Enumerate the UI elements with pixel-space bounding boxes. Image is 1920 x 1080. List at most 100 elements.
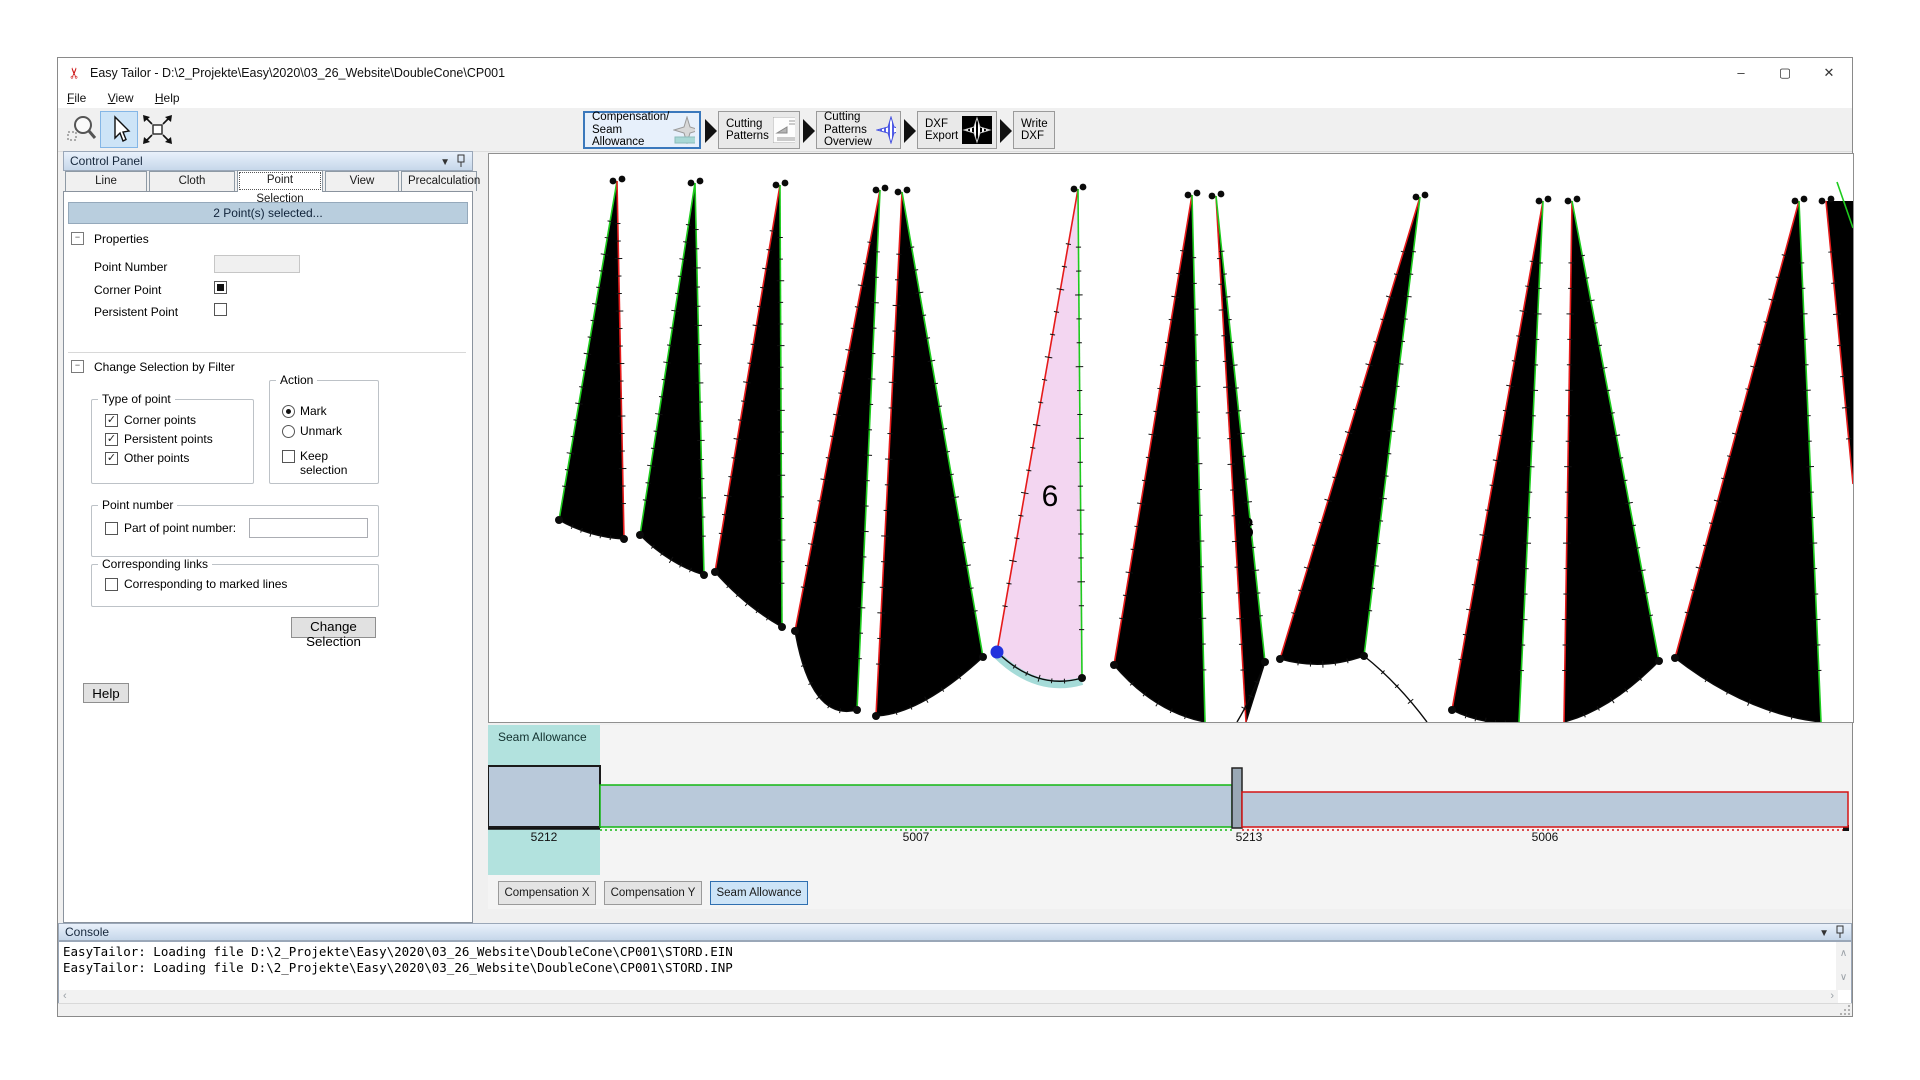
part-of-point-number-checkbox[interactable]	[105, 522, 118, 535]
app-scissors-icon: ✂	[65, 67, 83, 80]
filter-collapse-icon[interactable]: −	[71, 360, 84, 373]
keep-selection-checkbox[interactable]	[282, 450, 295, 463]
step-label: Cutting Patterns Overview	[824, 111, 872, 149]
control-panel-body: 2 Point(s) selected... − Properties Poin…	[63, 191, 473, 923]
workflow-arrow-icon	[904, 119, 916, 143]
seam-panel-title: Seam Allowance	[498, 730, 587, 744]
piece-number: 12	[1741, 543, 1774, 576]
seam-bar-label: 5007	[903, 830, 930, 844]
overview-icon	[876, 116, 896, 144]
maximize-button[interactable]: ▢	[1763, 58, 1807, 88]
menu-help[interactable]: Help	[146, 89, 189, 107]
point-number-label: Point Number	[94, 260, 167, 274]
properties-header: Properties	[94, 232, 149, 246]
workflow-arrow-icon	[705, 119, 717, 143]
menu-file[interactable]: File	[58, 89, 95, 107]
step-cutting-patterns-overview[interactable]: Cutting Patterns Overview	[816, 111, 901, 149]
console-collapse-icon[interactable]: ▼	[1819, 928, 1835, 939]
other-points-label: Other points	[124, 451, 189, 465]
keep-selection-label: Keep selection	[300, 449, 378, 477]
type-of-point-group: Type of point ✓ Corner points ✓ Persiste…	[91, 399, 254, 484]
corner-points-checkbox[interactable]: ✓	[105, 414, 118, 427]
piece-number: 5	[914, 480, 931, 513]
minimize-button[interactable]: –	[1719, 58, 1763, 88]
properties-collapse-icon[interactable]: −	[71, 232, 84, 245]
magnifier-icon	[63, 112, 99, 147]
persistent-point-checkbox[interactable]	[214, 303, 227, 316]
console-title: Console	[65, 925, 109, 939]
status-bar	[58, 1003, 1852, 1016]
corner-point-checkbox[interactable]	[214, 281, 227, 294]
resize-grip-icon[interactable]	[1840, 1005, 1851, 1016]
console-header[interactable]: Console ▼	[58, 923, 1852, 941]
piece-number: 2	[670, 408, 687, 441]
action-label: Action	[276, 373, 317, 387]
piece-number: 6	[1042, 480, 1059, 513]
fit-region-icon	[139, 112, 175, 147]
help-button[interactable]: Help	[83, 683, 129, 703]
dxf-export-icon	[962, 116, 992, 144]
seam-bar	[600, 785, 1232, 827]
console-pin-icon[interactable]	[1835, 925, 1845, 938]
corresponding-checkbox[interactable]	[105, 578, 118, 591]
tab-cloth-selection[interactable]: Cloth Selection	[149, 171, 235, 191]
step-cutting-patterns[interactable]: Cutting Patterns	[718, 111, 800, 149]
step-compensation-seam-allowance[interactable]: Compensation/ Seam Allowance	[583, 111, 701, 149]
pattern-canvas[interactable]: 123456789101112	[488, 153, 1854, 723]
zoom-region-tool-button[interactable]	[138, 111, 176, 148]
point-number-group-label: Point number	[98, 498, 177, 512]
action-group: Action Mark Unmark Keep selection	[269, 380, 379, 484]
corner-points-label: Corner points	[124, 413, 196, 427]
tab-line-selection[interactable]: Line Selection	[65, 171, 147, 191]
tab-view-options[interactable]: View Options	[325, 171, 399, 191]
control-panel-title: Control Panel	[70, 154, 143, 168]
tab-seam-allowance[interactable]: Seam Allowance	[710, 881, 808, 905]
console-line: EasyTailor: Loading file D:\2_Projekte\E…	[63, 960, 733, 976]
corresponding-label: Corresponding to marked lines	[124, 577, 287, 591]
part-of-point-number-field[interactable]	[249, 518, 368, 538]
workflow-arrow-icon	[803, 119, 815, 143]
tab-compensation-y[interactable]: Compensation Y	[604, 881, 702, 905]
filter-header: Change Selection by Filter	[94, 360, 235, 374]
close-button[interactable]: ✕	[1807, 58, 1851, 88]
select-tool-button[interactable]	[100, 111, 138, 148]
other-points-checkbox[interactable]: ✓	[105, 452, 118, 465]
piece-number: 11	[1595, 533, 1626, 566]
step-write-dxf[interactable]: Write DXF	[1013, 111, 1055, 149]
piece-number: 9	[1353, 518, 1370, 551]
type-of-point-label: Type of point	[98, 392, 175, 406]
seam-bar	[1242, 792, 1848, 827]
seam-bar-label: 5212	[531, 830, 558, 844]
unmark-radio[interactable]	[282, 425, 295, 438]
workflow-arrow-icon	[1000, 119, 1012, 143]
panel-pin-icon[interactable]	[456, 154, 466, 167]
seam-bar-label: 5213	[1236, 830, 1263, 844]
mark-radio[interactable]	[282, 405, 295, 418]
change-selection-button[interactable]: Change Selection	[291, 617, 376, 638]
corresponding-links-group: Corresponding links Corresponding to mar…	[91, 564, 379, 607]
corresponding-links-label: Corresponding links	[98, 557, 212, 571]
tab-precalculation[interactable]: Precalculation	[401, 171, 477, 191]
tab-compensation-x[interactable]: Compensation X	[498, 881, 596, 905]
tab-point-selection[interactable]: Point Selection	[237, 170, 323, 192]
seam-allowance-panel: 5212500752135006 Seam Allowance Compensa…	[488, 725, 1852, 909]
persistent-points-checkbox[interactable]: ✓	[105, 433, 118, 446]
step-label: Write DXF	[1021, 118, 1048, 143]
cursor-icon	[101, 112, 137, 147]
menu-bar: File View Help	[58, 89, 1852, 108]
menu-view[interactable]: View	[99, 89, 143, 107]
piece-number: 8	[1238, 512, 1255, 545]
piece-number: 3	[748, 449, 765, 482]
piece-number: 1	[591, 389, 608, 422]
zoom-tool-button[interactable]	[62, 111, 100, 148]
step-dxf-export[interactable]: DXF Export	[917, 111, 997, 149]
title-bar: ✂ Easy Tailor - D:\2_Projekte\Easy\2020\…	[58, 58, 1852, 89]
console-body: EasyTailor: Loading file D:\2_Projekte\E…	[58, 941, 1852, 1006]
unmark-label: Unmark	[300, 424, 342, 438]
console-log: EasyTailor: Loading file D:\2_Projekte\E…	[63, 944, 733, 976]
panel-collapse-icon[interactable]: ▼	[440, 157, 456, 168]
control-panel-header[interactable]: Control Panel ▼	[63, 151, 473, 171]
step-label: Compensation/ Seam Allowance	[592, 111, 669, 149]
console-vscrollbar[interactable]: ∧∨	[1836, 942, 1851, 990]
point-number-field[interactable]	[214, 255, 300, 273]
